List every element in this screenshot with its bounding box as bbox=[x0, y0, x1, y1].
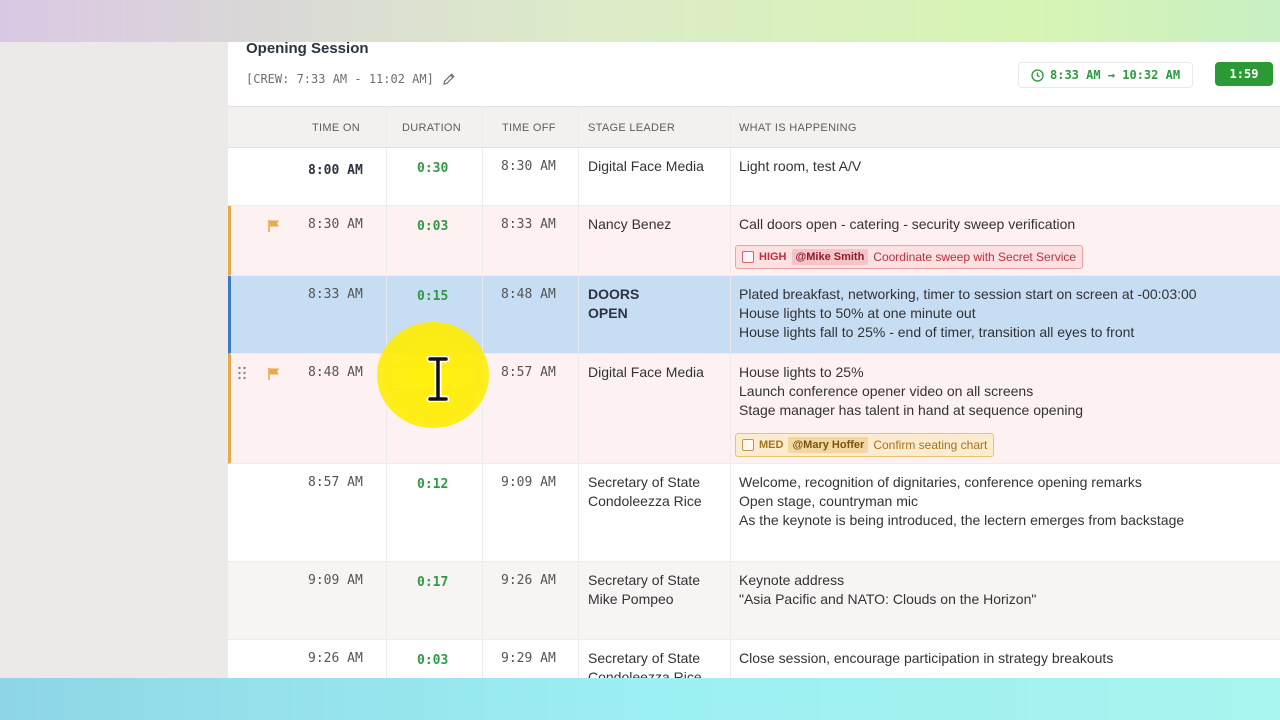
task-chip-med[interactable]: MED @Mary Hoffer Confirm seating chart bbox=[735, 433, 995, 457]
what-line: House lights to 50% at one minute out bbox=[739, 305, 976, 321]
stage-leader-cell[interactable]: Secretary of State Mike Pompeo bbox=[588, 571, 700, 609]
duration-cell[interactable]: 0:15 bbox=[417, 289, 448, 304]
column-header-time-off[interactable]: TIME OFF bbox=[502, 107, 556, 149]
column-header-what[interactable]: WHAT IS HAPPENING bbox=[739, 107, 857, 149]
stage-leader-line: Secretary of State bbox=[588, 474, 701, 490]
duration-cell[interactable]: 0:12 bbox=[417, 477, 448, 492]
time-on-cell[interactable]: 8:48 AM bbox=[308, 365, 363, 380]
task-priority: HIGH bbox=[759, 251, 787, 263]
what-cell[interactable]: Keynote address "Asia Pacific and NATO: … bbox=[739, 571, 1036, 609]
stage-leader-cell[interactable]: Digital Face Media bbox=[588, 363, 704, 382]
stage-leader-cell[interactable]: Nancy Benez bbox=[588, 215, 671, 234]
what-cell[interactable]: Welcome, recognition of dignitaries, con… bbox=[739, 473, 1184, 530]
stage-leader-line: Digital Face Media bbox=[588, 364, 704, 380]
what-cell[interactable]: House lights to 25% Launch conference op… bbox=[739, 363, 1083, 420]
what-line: Open stage, countryman mic bbox=[739, 493, 918, 509]
stage-leader-line: Secretary of State bbox=[588, 572, 701, 588]
desktop-background-bottom bbox=[0, 678, 1280, 720]
stage-leader-cell[interactable]: Secretary of State Condoleezza Rice bbox=[588, 473, 702, 511]
stage-leader-line: DOORS bbox=[588, 286, 640, 302]
drag-handle-icon[interactable] bbox=[237, 366, 247, 380]
session-time-range: 8:33 AM → 10:32 AM bbox=[1018, 62, 1194, 88]
time-on-cell[interactable]: 8:33 AM bbox=[308, 287, 363, 302]
stage-leader-cell[interactable]: DOORS OPEN bbox=[588, 285, 639, 323]
task-checkbox[interactable] bbox=[742, 439, 754, 451]
stage-leader-line: Nancy Benez bbox=[588, 216, 672, 232]
time-on-cell[interactable]: 8:30 AM bbox=[308, 217, 363, 232]
what-line: As the keynote is being introduced, the … bbox=[739, 512, 1185, 528]
pencil-icon[interactable] bbox=[442, 72, 456, 86]
what-cell[interactable]: Call doors open - catering - security sw… bbox=[739, 215, 1075, 234]
session-duration-badge: 1:59 bbox=[1215, 62, 1273, 86]
what-line: Launch conference opener video on all sc… bbox=[739, 383, 1034, 399]
column-divider bbox=[730, 106, 731, 678]
what-line: House lights to 25% bbox=[739, 364, 864, 380]
what-cell[interactable]: Light room, test A/V bbox=[739, 157, 861, 176]
what-cell[interactable]: Close session, encourage participation i… bbox=[739, 649, 1113, 668]
time-range-text: 8:33 AM → 10:32 AM bbox=[1050, 68, 1181, 82]
clock-icon bbox=[1031, 68, 1044, 82]
stage-leader-line: OPEN bbox=[588, 305, 628, 321]
what-line: House lights fall to 25% - end of timer,… bbox=[739, 324, 1135, 340]
task-assignee[interactable]: @Mike Smith bbox=[791, 249, 869, 265]
time-on-cell[interactable]: 8:57 AM bbox=[308, 475, 363, 490]
what-line: Welcome, recognition of dignitaries, con… bbox=[739, 474, 1142, 490]
stage-leader-line: Secretary of State bbox=[588, 650, 701, 666]
what-line: Keynote address bbox=[739, 572, 845, 588]
session-header: Opening Session [CREW: 7:33 AM - 11:02 A… bbox=[228, 42, 1280, 106]
duration-cell[interactable]: 0:17 bbox=[417, 575, 448, 590]
what-line: Plated breakfast, networking, timer to s… bbox=[739, 286, 1197, 302]
task-priority: MED bbox=[759, 439, 784, 451]
what-line: Stage manager has talent in hand at sequ… bbox=[739, 402, 1084, 418]
time-off-cell: 9:09 AM bbox=[501, 475, 556, 490]
stage-leader-cell[interactable]: Digital Face Media bbox=[588, 157, 704, 176]
time-off-cell: 9:29 AM bbox=[501, 651, 556, 666]
time-off-cell: 8:57 AM bbox=[501, 365, 556, 380]
duration-cell[interactable]: 0:03 bbox=[417, 653, 448, 668]
what-line: Call doors open - catering - security sw… bbox=[739, 216, 1076, 232]
what-line: Light room, test A/V bbox=[739, 158, 862, 174]
crew-time-text: [CREW: 7:33 AM - 11:02 AM] bbox=[246, 72, 434, 86]
what-line: Close session, encourage participation i… bbox=[739, 650, 1114, 666]
session-title: Opening Session bbox=[246, 42, 369, 57]
time-off-cell: 8:30 AM bbox=[501, 159, 556, 174]
time-off-cell: 8:48 AM bbox=[501, 287, 556, 302]
duration-cell[interactable]: 0:30 bbox=[417, 161, 448, 176]
stage-leader-line: Condoleezza Rice bbox=[588, 669, 702, 678]
time-on-cell[interactable]: 9:09 AM bbox=[308, 573, 363, 588]
time-on-cell[interactable]: 9:26 AM bbox=[308, 651, 363, 666]
time-off-cell: 8:33 AM bbox=[501, 217, 556, 232]
stage-leader-line: Condoleezza Rice bbox=[588, 493, 702, 509]
column-divider bbox=[578, 106, 579, 678]
what-line: "Asia Pacific and NATO: Clouds on the Ho… bbox=[739, 591, 1037, 607]
left-sidebar-panel bbox=[0, 42, 228, 678]
task-text: Confirm seating chart bbox=[873, 438, 988, 452]
task-text: Coordinate sweep with Secret Service bbox=[873, 250, 1077, 264]
column-header-stage-leader[interactable]: STAGE LEADER bbox=[588, 107, 675, 149]
flag-icon[interactable] bbox=[267, 219, 281, 233]
column-header-duration[interactable]: DURATION bbox=[402, 107, 461, 149]
ibeam-cursor-icon bbox=[426, 356, 450, 402]
stage-leader-line: Digital Face Media bbox=[588, 158, 704, 174]
stage-leader-line: Mike Pompeo bbox=[588, 591, 674, 607]
time-on-cell[interactable]: 8:00 AM bbox=[308, 163, 363, 178]
task-assignee[interactable]: @Mary Hoffer bbox=[788, 437, 869, 453]
duration-cell[interactable]: 0:03 bbox=[417, 219, 448, 234]
task-chip-high[interactable]: HIGH @Mike Smith Coordinate sweep with S… bbox=[735, 245, 1084, 269]
what-cell[interactable]: Plated breakfast, networking, timer to s… bbox=[739, 285, 1197, 342]
flag-icon[interactable] bbox=[267, 367, 281, 381]
task-checkbox[interactable] bbox=[742, 251, 754, 263]
time-off-cell: 9:26 AM bbox=[501, 573, 556, 588]
crew-time-line: [CREW: 7:33 AM - 11:02 AM] bbox=[246, 72, 456, 86]
stage-leader-cell[interactable]: Secretary of State Condoleezza Rice bbox=[588, 649, 702, 678]
column-header-time-on[interactable]: TIME ON bbox=[312, 107, 360, 149]
